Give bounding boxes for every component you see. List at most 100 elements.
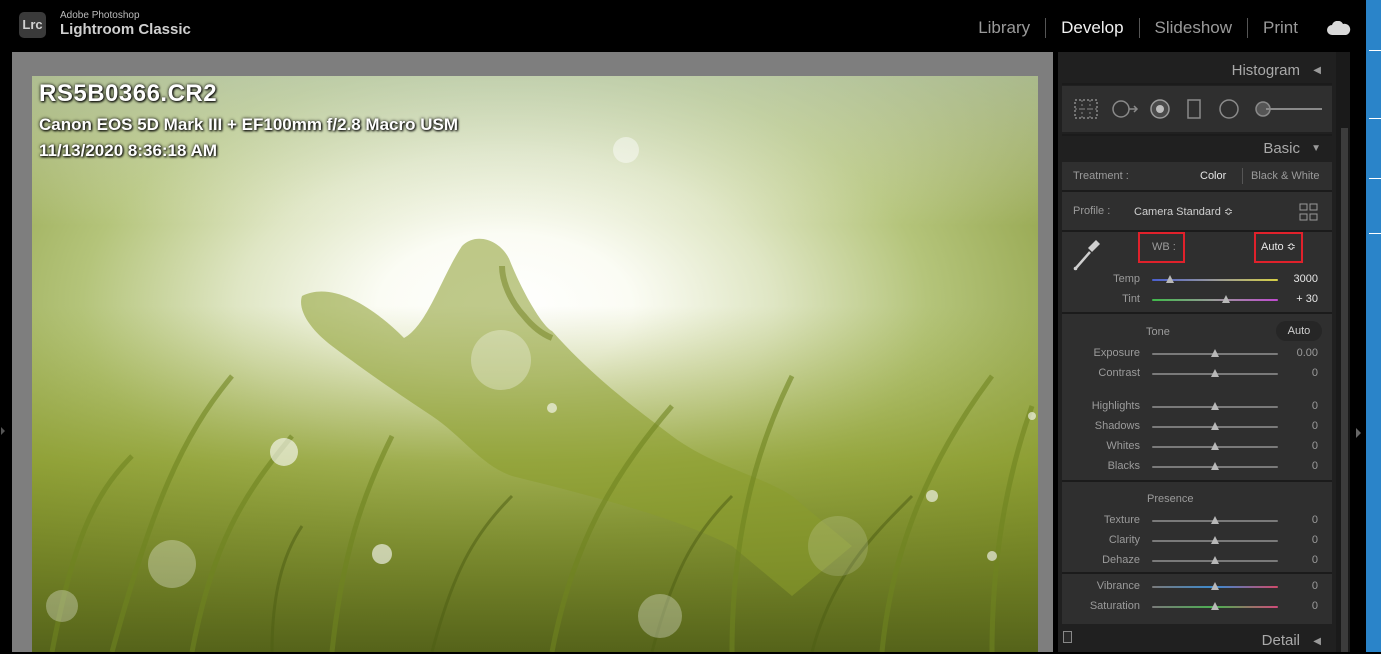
- slider-label: Saturation: [1089, 600, 1140, 612]
- slider-thumb[interactable]: [1211, 422, 1219, 430]
- slider-value[interactable]: 0: [1278, 554, 1318, 566]
- cloud-sync-icon[interactable]: [1327, 21, 1351, 35]
- module-print[interactable]: Print: [1248, 17, 1313, 39]
- slider-label: Blacks: [1107, 460, 1140, 472]
- slider-dehaze[interactable]: Dehaze 0: [1062, 552, 1332, 570]
- slider-value[interactable]: 0: [1278, 440, 1318, 452]
- slider-track[interactable]: [1152, 295, 1278, 303]
- slider-track[interactable]: [1152, 582, 1278, 590]
- wb-eyedropper-icon[interactable]: [1072, 237, 1102, 271]
- slider-vibrance[interactable]: Vibrance 0: [1062, 578, 1332, 596]
- slider-whites[interactable]: Whites 0: [1062, 438, 1332, 456]
- slider-value[interactable]: 0: [1278, 534, 1318, 546]
- slider-label: Whites: [1106, 440, 1140, 452]
- module-library[interactable]: Library: [963, 17, 1045, 39]
- slider-thumb[interactable]: [1211, 462, 1219, 470]
- edge-mark: [1369, 50, 1381, 51]
- scrollbar-thumb[interactable]: [1341, 128, 1348, 652]
- develop-right-panel: Histogram ◀ Basic ▼ Treatment: Color Bl…: [1058, 52, 1336, 652]
- right-panel-toggle-icon[interactable]: [1356, 428, 1361, 438]
- slider-contrast[interactable]: Contrast 0: [1062, 365, 1332, 383]
- slider-track[interactable]: [1152, 442, 1278, 450]
- crop-overlay-icon[interactable]: [1074, 99, 1098, 119]
- slider-thumb[interactable]: [1211, 602, 1219, 610]
- collapse-left-icon: ◀: [1313, 65, 1321, 76]
- profile-browser-grid-icon[interactable]: [1299, 203, 1319, 221]
- graduated-filter-icon[interactable]: [1186, 99, 1202, 119]
- slider-thumb[interactable]: [1222, 295, 1231, 303]
- slider-track[interactable]: [1152, 462, 1278, 470]
- collapse-down-icon: ▼: [1311, 143, 1321, 154]
- slider-thumb[interactable]: [1211, 349, 1219, 357]
- brand-app-name: Lightroom Classic: [60, 21, 191, 38]
- slider-tint[interactable]: Tint + 30: [1062, 291, 1332, 309]
- slider-clarity[interactable]: Clarity 0: [1062, 532, 1332, 550]
- slider-track[interactable]: [1152, 349, 1278, 357]
- slider-label: Highlights: [1091, 400, 1140, 412]
- top-bar: Lrc Adobe Photoshop Lightroom Classic Li…: [0, 0, 1381, 50]
- slider-value[interactable]: 0: [1278, 514, 1318, 526]
- panel-switch-icon[interactable]: [1063, 631, 1072, 643]
- slider-track[interactable]: [1152, 536, 1278, 544]
- slider-thumb[interactable]: [1211, 516, 1219, 524]
- slider-value[interactable]: 0: [1278, 400, 1318, 412]
- slider-track[interactable]: [1152, 275, 1278, 283]
- slider-thumb[interactable]: [1211, 402, 1219, 410]
- slider-value[interactable]: 0: [1278, 367, 1318, 379]
- slider-value[interactable]: 0.00: [1278, 347, 1318, 359]
- treatment-color-option[interactable]: Color: [1200, 170, 1226, 182]
- adjustment-brush-icon[interactable]: [1254, 99, 1324, 119]
- slider-value[interactable]: + 30: [1278, 293, 1318, 305]
- slider-texture[interactable]: Texture 0: [1062, 512, 1332, 530]
- brand-vendor: Adobe Photoshop: [60, 10, 140, 21]
- slider-track[interactable]: [1152, 402, 1278, 410]
- basic-header[interactable]: Basic ▼: [1058, 133, 1336, 161]
- slider-value[interactable]: 0: [1278, 460, 1318, 472]
- slider-thumb[interactable]: [1211, 582, 1219, 590]
- presence-label: Presence: [1147, 493, 1194, 505]
- detail-header[interactable]: Detail ◀: [1058, 626, 1336, 654]
- slider-exposure[interactable]: Exposure 0.00: [1062, 345, 1332, 363]
- treatment-bw-option[interactable]: Black & White: [1251, 170, 1319, 182]
- slider-value[interactable]: 0: [1278, 580, 1318, 592]
- lightroom-logo: Lrc: [19, 12, 46, 38]
- radial-filter-icon[interactable]: [1218, 99, 1240, 119]
- slider-value[interactable]: 0: [1278, 420, 1318, 432]
- profile-dropdown[interactable]: Camera Standard ≎: [1134, 205, 1233, 218]
- slider-value[interactable]: 3000: [1278, 273, 1318, 285]
- slider-thumb[interactable]: [1165, 275, 1174, 283]
- left-panel-toggle-icon[interactable]: [1, 427, 5, 435]
- module-slideshow[interactable]: Slideshow: [1140, 17, 1248, 39]
- slider-thumb[interactable]: [1211, 536, 1219, 544]
- slider-thumb[interactable]: [1211, 556, 1219, 564]
- slider-blacks[interactable]: Blacks 0: [1062, 458, 1332, 476]
- histogram-header[interactable]: Histogram ◀: [1058, 55, 1336, 83]
- slider-label: Contrast: [1098, 367, 1140, 379]
- tone-label: Tone: [1146, 326, 1170, 338]
- edge-mark: [1369, 178, 1381, 179]
- slider-thumb[interactable]: [1211, 442, 1219, 450]
- edge-mark: [1369, 233, 1381, 234]
- slider-saturation[interactable]: Saturation 0: [1062, 598, 1332, 616]
- profile-label: Profile :: [1073, 205, 1111, 217]
- photo-preview[interactable]: [32, 76, 1038, 652]
- histogram-title: Histogram: [1231, 62, 1300, 79]
- spot-removal-icon[interactable]: [1110, 99, 1140, 119]
- slider-track[interactable]: [1152, 602, 1278, 610]
- slider-track[interactable]: [1152, 556, 1278, 564]
- slider-label: Temp: [1113, 273, 1140, 285]
- slider-value[interactable]: 0: [1278, 600, 1318, 612]
- slider-thumb[interactable]: [1211, 369, 1219, 377]
- photo-filename: RS5B0366.CR2: [39, 80, 218, 107]
- module-develop[interactable]: Develop: [1046, 17, 1138, 39]
- red-eye-icon[interactable]: [1149, 99, 1171, 119]
- slider-track[interactable]: [1152, 422, 1278, 430]
- slider-shadows[interactable]: Shadows 0: [1062, 418, 1332, 436]
- slider-track[interactable]: [1152, 369, 1278, 377]
- slider-temp[interactable]: Temp 3000: [1062, 271, 1332, 289]
- color-presence-section: Vibrance 0 Saturation 0: [1062, 574, 1332, 624]
- slider-track[interactable]: [1152, 516, 1278, 524]
- white-balance-section: WB : Auto ≎ Temp 3000 Tint + 30: [1062, 232, 1332, 312]
- slider-highlights[interactable]: Highlights 0: [1062, 398, 1332, 416]
- tone-auto-button[interactable]: Auto: [1276, 321, 1322, 341]
